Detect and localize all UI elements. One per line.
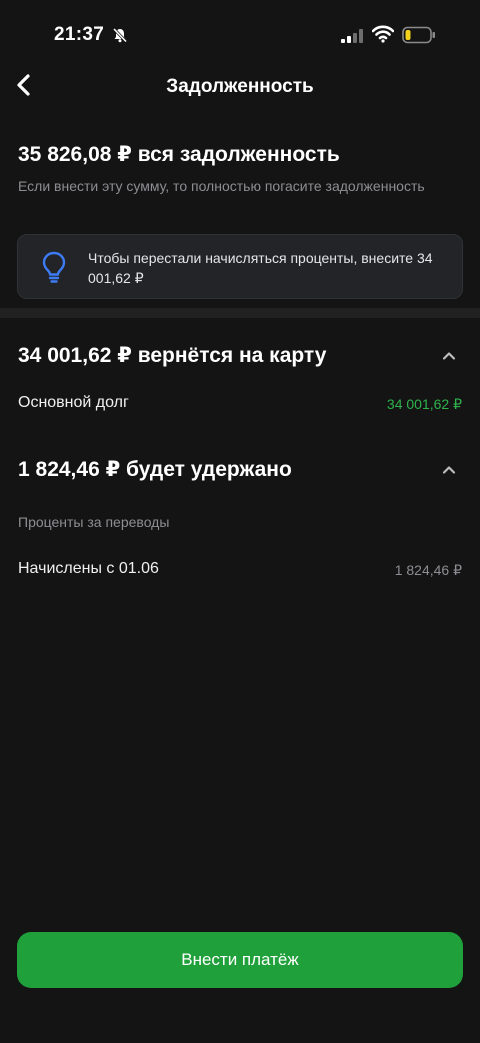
interest-info-card: Чтобы перестали начисляться проценты, вн… [17, 234, 463, 299]
refund-section-title: 34 001,62 ₽ вернётся на карту [18, 344, 327, 367]
navigation-bar: Задолженность [0, 60, 480, 112]
lightbulb-icon [42, 251, 66, 283]
section-divider [0, 308, 480, 318]
page-title: Задолженность [166, 76, 314, 97]
transfer-interest-subheader: Проценты за переводы [18, 514, 170, 530]
bell-muted-icon [112, 27, 128, 43]
status-time: 21:37 [54, 24, 105, 45]
battery-icon [402, 26, 435, 44]
accrued-interest-label: Начислены с 01.06 [18, 560, 159, 577]
make-payment-button[interactable]: Внести платёж [17, 932, 463, 988]
cellular-signal-icon [341, 29, 363, 43]
principal-debt-label: Основной долг [18, 394, 129, 411]
accrued-interest-value: 1 824,46 ₽ [394, 562, 462, 578]
withhold-section-title: 1 824,46 ₽ будет удержано [18, 458, 292, 481]
interest-info-text: Чтобы перестали начисляться проценты, вн… [88, 250, 433, 286]
wifi-icon [372, 25, 394, 43]
total-debt-amount: 35 826,08 ₽ вся задолженность [18, 143, 340, 166]
principal-debt-value: 34 001,62 ₽ [386, 396, 462, 412]
chevron-up-icon[interactable] [440, 350, 458, 362]
chevron-up-icon[interactable] [440, 464, 458, 476]
total-debt-hint: Если внести эту сумму, то полностью пога… [18, 178, 425, 194]
